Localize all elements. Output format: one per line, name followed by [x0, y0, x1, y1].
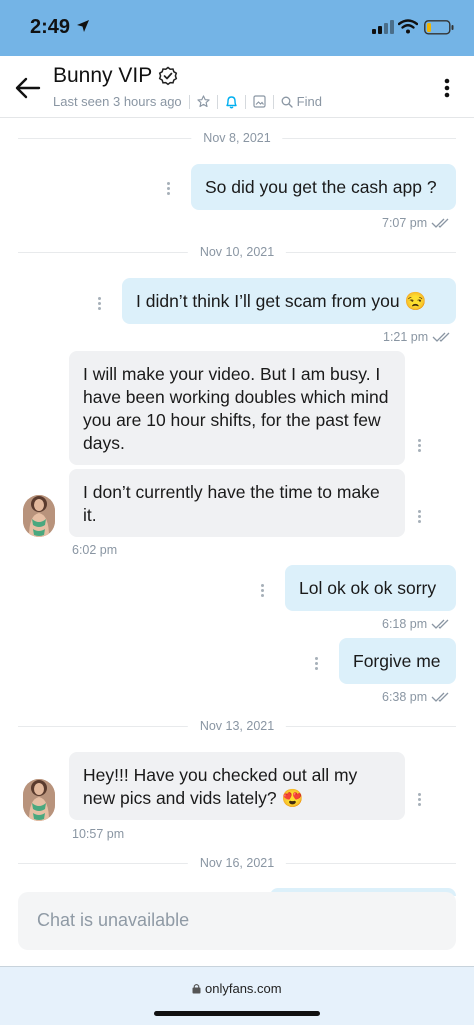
double-check-icon [431, 218, 449, 228]
signal-icon [372, 20, 394, 34]
star-icon[interactable] [197, 95, 210, 108]
status-time: 2:49 [30, 16, 71, 38]
wifi-icon [398, 19, 418, 34]
chat-header: Bunny VIP Last seen 3 hours ago Find [0, 56, 474, 118]
find-label: Find [296, 94, 322, 109]
bell-icon[interactable] [225, 95, 238, 109]
chat-input[interactable]: Chat is unavailable [18, 892, 456, 950]
double-check-icon [431, 692, 449, 702]
message-meta: 10:57 pm [72, 827, 124, 841]
avatar-image [23, 779, 55, 821]
status-bar: 2:49 [0, 0, 474, 56]
chat-input-placeholder: Chat is unavailable [37, 910, 190, 930]
message-bubble-incoming[interactable]: I don’t currently have the time to make … [69, 469, 405, 537]
avatar-image [23, 495, 55, 537]
message-time: 1:21 pm [383, 330, 429, 344]
double-check-icon [431, 619, 449, 629]
message-bubble-incoming[interactable]: I will make your video. But I am busy. I… [69, 351, 405, 465]
message-time: 6:18 pm [382, 617, 428, 631]
lock-icon [192, 984, 201, 994]
message-options-icon[interactable] [261, 584, 265, 598]
avatar[interactable] [23, 495, 55, 537]
message-meta: 6:02 pm [72, 543, 117, 557]
message-meta: 1:21 pm [383, 330, 456, 344]
message-options-icon[interactable] [315, 657, 319, 671]
message-bubble-outgoing[interactable]: Lol ok ok ok sorry [285, 565, 456, 611]
location-arrow-icon [77, 20, 89, 32]
header-subtitle: Last seen 3 hours ago Find [53, 94, 322, 109]
last-seen-text: Last seen 3 hours ago [53, 94, 182, 109]
battery-icon [424, 20, 454, 35]
search-icon [281, 96, 293, 108]
message-time: 6:38 pm [382, 690, 428, 704]
find-button[interactable]: Find [281, 94, 322, 109]
url-text: onlyfans.com [205, 981, 282, 996]
more-vertical-icon[interactable] [440, 76, 454, 100]
date-divider: Nov 16, 2021 [18, 856, 456, 870]
date-divider: Nov 8, 2021 [18, 131, 456, 145]
url-display[interactable]: onlyfans.com [0, 981, 474, 996]
message-time: 10:57 pm [72, 827, 125, 841]
back-arrow-icon[interactable] [14, 76, 42, 100]
date-divider: Nov 13, 2021 [18, 719, 456, 733]
message-meta: 6:38 pm [382, 690, 455, 704]
browser-url-bar[interactable]: onlyfans.com [0, 966, 474, 1025]
chat-title[interactable]: Bunny VIP [53, 64, 152, 88]
date-divider: Nov 10, 2021 [18, 245, 456, 259]
double-check-icon [432, 332, 450, 342]
message-bubble-outgoing[interactable]: So did you get the cash app ? [191, 164, 456, 210]
message-options-icon[interactable] [98, 297, 102, 311]
message-meta: 6:18 pm [382, 617, 455, 631]
message-bubble-incoming[interactable]: Hey!!! Have you checked out all my new p… [69, 752, 405, 820]
message-options-icon[interactable] [418, 439, 422, 453]
avatar[interactable] [23, 779, 55, 821]
message-options-icon[interactable] [167, 182, 171, 196]
home-indicator [154, 1011, 320, 1016]
message-options-icon[interactable] [418, 793, 422, 807]
message-options-icon[interactable] [418, 510, 422, 524]
message-time: 7:07 pm [382, 216, 428, 230]
message-meta: 7:07 pm [382, 216, 455, 230]
message-bubble-outgoing[interactable]: Forgive me [339, 638, 456, 684]
message-bubble-outgoing[interactable]: I didn’t think I’ll get scam from you 😒 [122, 278, 456, 324]
verified-icon [158, 66, 178, 86]
message-time: 6:02 pm [72, 543, 118, 557]
image-icon[interactable] [253, 95, 266, 108]
